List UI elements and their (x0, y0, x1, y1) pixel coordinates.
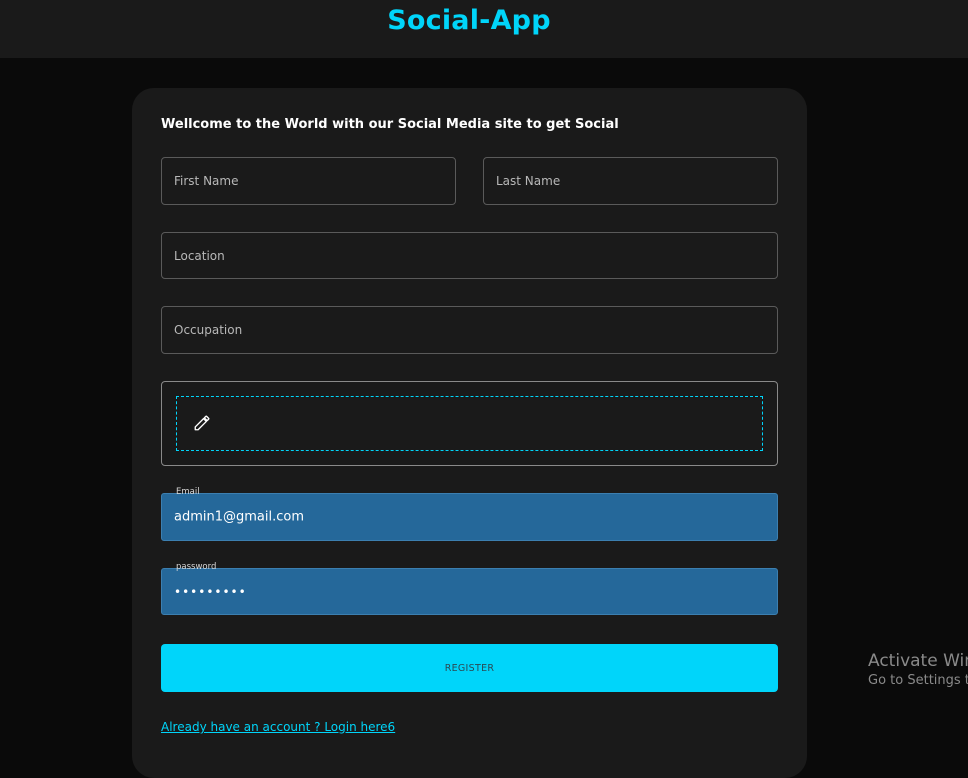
location-field[interactable]: Location (161, 232, 778, 279)
last-name-field[interactable]: Last Name (483, 157, 778, 205)
email-label: Email (176, 487, 200, 497)
email-field[interactable]: Email admin1@gmail.com (161, 487, 778, 541)
top-navbar: Social-App (0, 0, 968, 58)
location-placeholder: Location (174, 248, 225, 263)
last-name-placeholder: Last Name (496, 174, 561, 188)
register-button[interactable]: REGISTER (161, 644, 778, 692)
password-value: ••••••••• (174, 584, 247, 599)
brand-title[interactable]: Social-App (0, 5, 938, 36)
first-name-field[interactable]: First Name (161, 157, 456, 205)
activate-windows-watermark: Activate Windows Go to Settings to activ… (868, 651, 968, 688)
occupation-placeholder: Occupation (174, 323, 243, 337)
login-link[interactable]: Already have an account ? Login here6 (161, 720, 395, 734)
email-value: admin1@gmail.com (174, 509, 305, 525)
picture-dropzone[interactable] (176, 396, 763, 451)
password-field[interactable]: password ••••••••• (161, 562, 778, 615)
pencil-icon[interactable] (193, 414, 211, 432)
first-name-placeholder: First Name (174, 174, 239, 188)
password-label: password (176, 562, 217, 572)
watermark-title: Activate Windows (868, 651, 968, 671)
watermark-subtitle: Go to Settings to activate Windows. (868, 673, 968, 688)
occupation-field[interactable]: Occupation (161, 306, 778, 354)
welcome-heading: Wellcome to the World with our Social Me… (161, 117, 619, 132)
